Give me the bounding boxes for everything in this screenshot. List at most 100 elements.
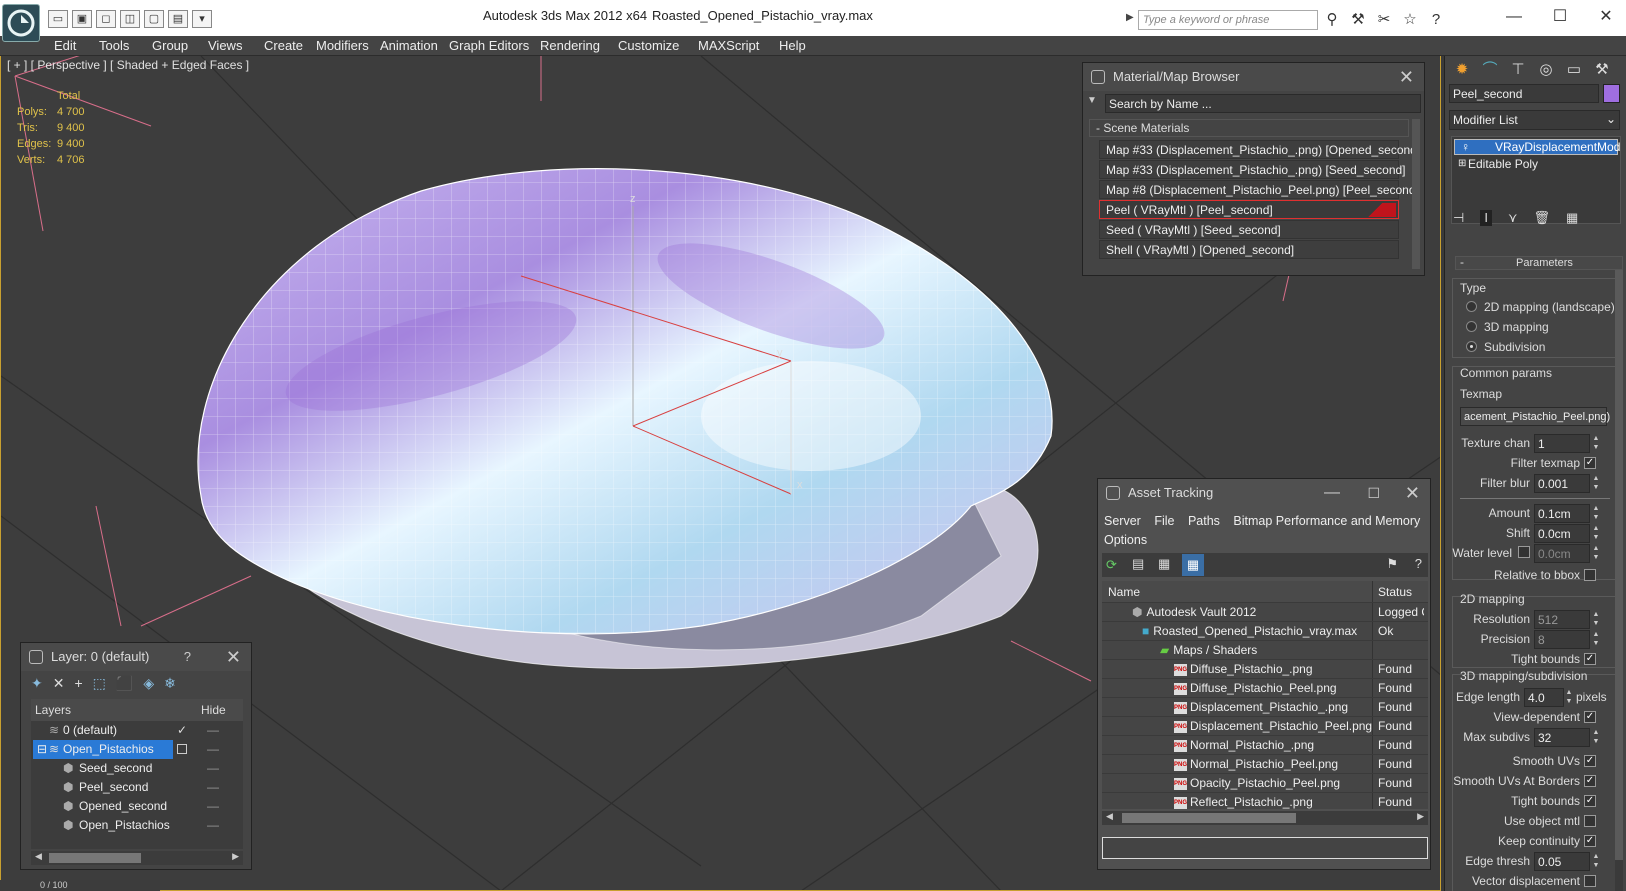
list-item[interactable]: Shell ( VRayMtl ) [Opened_second] (1099, 240, 1399, 259)
hide-toggle[interactable]: — (207, 797, 219, 816)
scroll-right-icon[interactable]: ▶ (1417, 811, 1424, 822)
modify-tab-icon[interactable]: ⌒ (1477, 58, 1503, 82)
keep-continuity-checkbox[interactable]: ✓ (1584, 835, 1596, 847)
smooth-uvs-borders-checkbox[interactable]: ✓ (1584, 775, 1596, 787)
delete-layer-icon[interactable]: ✕ (53, 675, 65, 692)
spinner-arrows-icon[interactable]: ▲ ▼ (1592, 728, 1600, 747)
menu-group[interactable]: Group (152, 36, 188, 56)
spinner-arrows-icon[interactable]: ▲ ▼ (1592, 630, 1600, 649)
close-icon[interactable]: ✕ (1405, 479, 1420, 507)
spinner-arrows-icon[interactable]: ▲ ▼ (1592, 434, 1600, 453)
maximize-button[interactable]: ☐ (1537, 4, 1583, 30)
precision-spinner[interactable]: 8 (1534, 630, 1590, 649)
scroll-thumb[interactable] (1615, 270, 1623, 860)
menu-customize[interactable]: Customize (618, 36, 679, 56)
hierarchy-tab-icon[interactable]: ⊤ (1505, 58, 1531, 82)
new-layer-icon[interactable]: ✦ (31, 675, 43, 692)
star-icon[interactable]: ☆ (1400, 10, 1420, 30)
app-logo-icon[interactable] (2, 4, 40, 42)
viewport-label[interactable]: [ + ] [ Perspective ] [ Shaded + Edged F… (7, 58, 249, 72)
browser-options-icon[interactable]: ▼ (1087, 95, 1097, 106)
help-icon[interactable]: ? (184, 643, 191, 671)
close-icon[interactable]: ✕ (226, 643, 241, 671)
col-status-header[interactable]: Status (1372, 581, 1424, 602)
use-object-mtl-checkbox[interactable] (1584, 815, 1596, 827)
filter-blur-spinner[interactable]: 0.001 (1534, 474, 1590, 493)
list-item-selected[interactable]: Peel ( VRayMtl ) [Peel_second] (1099, 200, 1399, 219)
wrench-icon[interactable]: ✂ (1374, 10, 1394, 30)
configure-sets-icon[interactable]: ▦ (1566, 210, 1578, 226)
edge-thresh-spinner[interactable]: 0.05 (1534, 852, 1590, 871)
search-input[interactable]: Type a keyword or phrase (1138, 10, 1318, 30)
scroll-left-icon[interactable]: ◀ (1106, 811, 1113, 822)
search-expand-icon[interactable]: ▶ (1126, 12, 1134, 23)
list-item[interactable]: Map #33 (Displacement_Pistachio_.png) [O… (1099, 140, 1420, 159)
layer-row[interactable]: ⬢ Opened_second — (31, 797, 243, 816)
material-browser-titlebar[interactable]: Material/Map Browser ✕ (1083, 63, 1424, 91)
project-icon[interactable]: ▤ (168, 10, 188, 28)
hide-toggle[interactable]: — (207, 759, 219, 778)
smooth-uvs-checkbox[interactable]: ✓ (1584, 755, 1596, 767)
menu-options[interactable]: Options (1104, 533, 1147, 547)
list-item[interactable]: Seed ( VRayMtl ) [Seed_second] (1099, 220, 1399, 239)
highlight-layer-icon[interactable]: ⬛ (116, 675, 133, 692)
vault-login-icon[interactable]: ⚑ (1386, 556, 1398, 572)
spinner-arrows-icon[interactable]: ▲ ▼ (1592, 524, 1600, 543)
menu-views[interactable]: Views (208, 36, 242, 56)
hide-toggle[interactable]: — (207, 740, 219, 759)
water-level-checkbox[interactable] (1518, 546, 1530, 558)
table-row[interactable]: ■ Roasted_Opened_Pistachio_vray.max Ok (1102, 622, 1428, 641)
parameters-rollout-header[interactable]: - Parameters (1455, 255, 1623, 270)
texmap-button[interactable]: acement_Pistachio_Peel.png) (1460, 407, 1610, 426)
scroll-right-icon[interactable]: ▶ (232, 851, 239, 862)
spinner-arrows-icon[interactable]: ▲ ▼ (1592, 544, 1600, 563)
table-row[interactable]: ⬢Autodesk Vault 2012 Logged O (1102, 603, 1428, 622)
list-view-icon[interactable]: ▤ (1132, 556, 1144, 572)
layer-row-selected[interactable]: ⊟ ≋ Open_Pistachios — (31, 740, 243, 759)
freeze-all-icon[interactable]: ❄ (164, 675, 176, 692)
object-color-swatch[interactable] (1603, 84, 1620, 103)
tight-bounds-checkbox[interactable]: ✓ (1584, 653, 1596, 665)
close-icon[interactable]: ✕ (1399, 63, 1414, 91)
shift-spinner[interactable]: 0.0cm (1534, 524, 1590, 543)
horizontal-scrollbar[interactable]: ◀ ▶ (1102, 811, 1428, 825)
expand-icon[interactable]: ⊞ (1458, 157, 1466, 171)
dropdown-icon[interactable]: ▾ (192, 10, 212, 28)
menu-edit[interactable]: Edit (54, 36, 76, 56)
col-name-header[interactable]: Name (1102, 581, 1372, 602)
undo-icon[interactable]: ◻ (96, 10, 116, 28)
menu-create[interactable]: Create (264, 36, 303, 56)
spinner-arrows-icon[interactable]: ▲ ▼ (1592, 610, 1600, 629)
menu-animation[interactable]: Animation (380, 36, 438, 56)
filter-texmap-checkbox[interactable]: ✓ (1584, 457, 1596, 469)
close-button[interactable]: ✕ (1583, 4, 1626, 30)
table-row[interactable]: PNG Diffuse_Pistachio_.png Found (1102, 660, 1428, 679)
hide-toggle[interactable]: — (207, 778, 219, 797)
col-hide-header[interactable]: Hide (201, 699, 226, 721)
radio-subdivision[interactable] (1466, 341, 1477, 352)
table-row[interactable]: PNG Diffuse_Pistachio_Peel.png Found (1102, 679, 1428, 698)
scroll-thumb[interactable] (1122, 813, 1296, 823)
water-level-spinner[interactable]: 0.0cm (1534, 544, 1590, 563)
modifier-stack-item[interactable]: ♀ VRayDisplacementMod (1454, 139, 1620, 155)
select-objects-icon[interactable]: ⬚ (93, 675, 106, 692)
lightbulb-icon[interactable]: ♀ (1461, 140, 1470, 154)
edge-length-spinner[interactable]: 4.0 (1524, 688, 1564, 707)
hide-toggle[interactable]: — (207, 816, 219, 835)
spinner-arrows-icon[interactable]: ▲ ▼ (1592, 474, 1600, 493)
menu-tools[interactable]: Tools (99, 36, 129, 56)
maximize-icon[interactable]: ☐ (1367, 479, 1380, 507)
menu-paths[interactable]: Paths (1188, 514, 1220, 528)
max-subdivs-spinner[interactable]: 32 (1534, 728, 1590, 747)
table-row[interactable]: PNG Displacement_Pistachio_Peel.png Found (1102, 717, 1428, 736)
layer-row[interactable]: ≋ 0 (default) ✓ — (31, 721, 243, 740)
binoculars-icon[interactable]: ⚲ (1322, 10, 1342, 30)
table-row[interactable]: PNG Normal_Pistachio_.png Found (1102, 736, 1428, 755)
remove-modifier-icon[interactable]: 🗑 (1533, 210, 1550, 226)
texture-chan-spinner[interactable]: 1 (1534, 434, 1590, 453)
menu-graph-editors[interactable]: Graph Editors (449, 36, 529, 56)
hold-icon[interactable]: ▢ (144, 10, 164, 28)
save-icon[interactable]: ▣ (72, 10, 92, 28)
layer-row[interactable]: ⬢ Peel_second — (31, 778, 243, 797)
minimize-button[interactable]: — (1491, 4, 1537, 30)
